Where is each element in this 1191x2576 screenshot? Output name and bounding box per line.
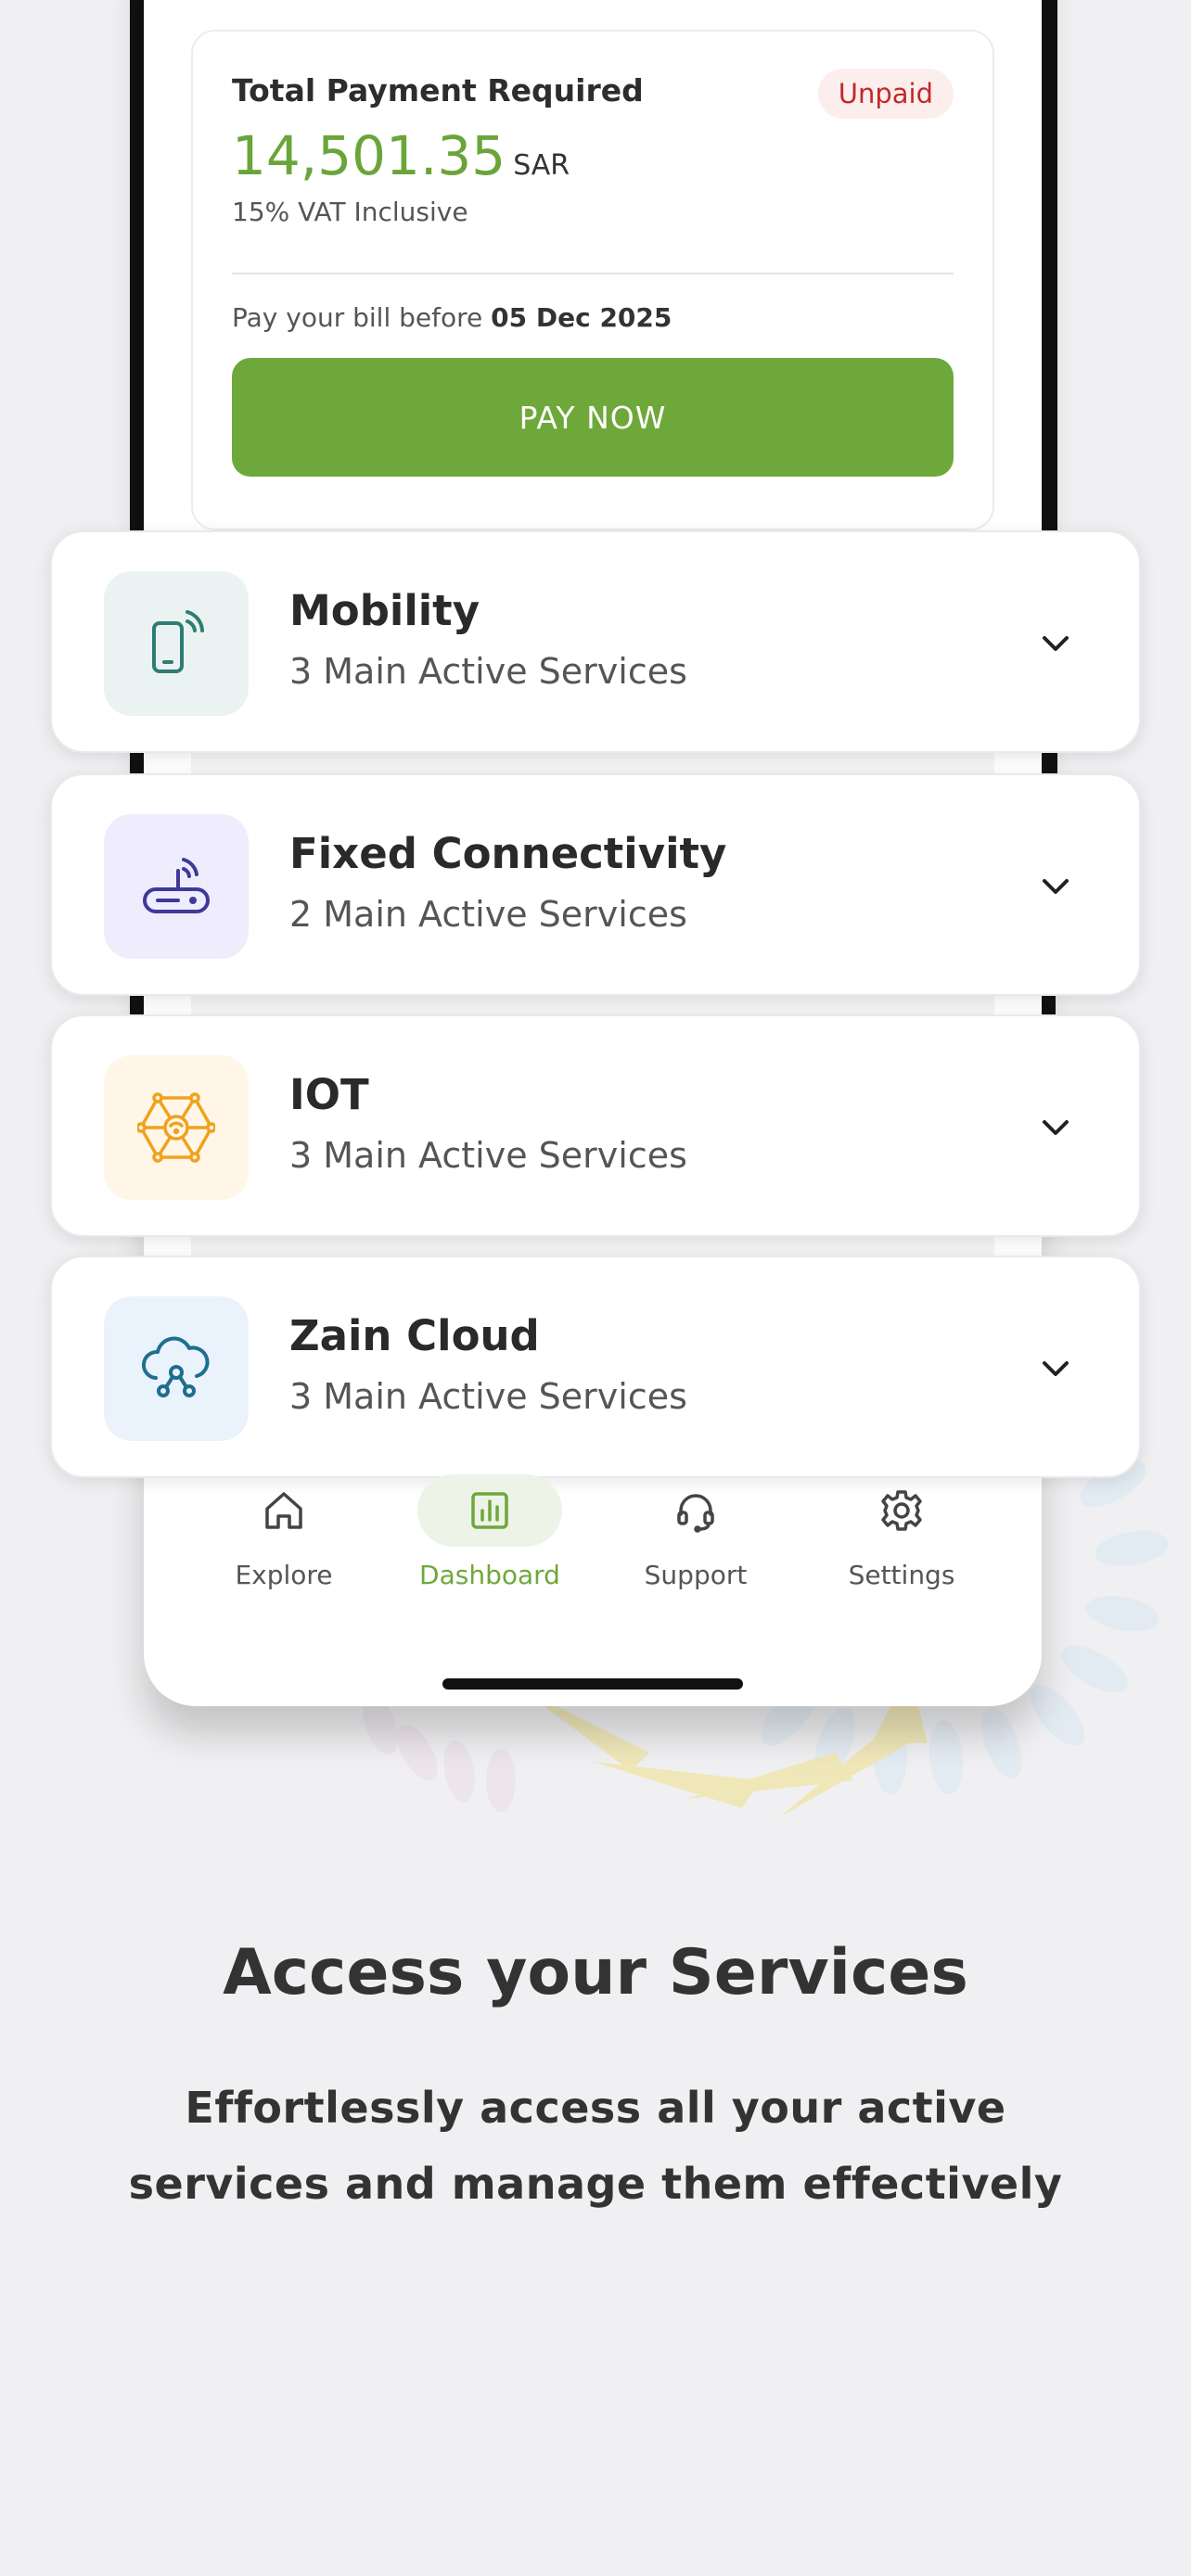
service-name: Mobility bbox=[289, 586, 480, 635]
chevron-down-icon[interactable] bbox=[1037, 625, 1074, 662]
divider bbox=[232, 273, 954, 274]
due-date-text: Pay your bill before 05 Dec 2025 bbox=[232, 302, 672, 333]
vat-note: 15% VAT Inclusive bbox=[232, 197, 468, 227]
due-prefix: Pay your bill before bbox=[232, 302, 483, 333]
amount-currency: SAR bbox=[513, 149, 570, 182]
service-subtitle: 3 Main Active Services bbox=[289, 1135, 687, 1176]
due-date: 05 Dec 2025 bbox=[491, 302, 672, 333]
home-indicator bbox=[442, 1678, 743, 1690]
headset-icon bbox=[623, 1474, 768, 1547]
router-icon bbox=[104, 814, 249, 959]
service-card-fixed-connectivity[interactable]: Fixed Connectivity 2 Main Active Service… bbox=[50, 773, 1141, 996]
service-subtitle: 3 Main Active Services bbox=[289, 651, 687, 692]
nav-label: Explore bbox=[235, 1560, 333, 1590]
service-card-zain-cloud[interactable]: Zain Cloud 3 Main Active Services bbox=[50, 1256, 1141, 1478]
gear-icon bbox=[829, 1474, 974, 1547]
payment-card: Total Payment Required Unpaid 14,501.35 … bbox=[191, 30, 994, 530]
nav-label: Support bbox=[644, 1560, 748, 1590]
mobile-signal-icon bbox=[104, 571, 249, 716]
amount-value: 14,501.35 bbox=[232, 124, 506, 187]
bottom-nav: Explore Dashboard Support Settings bbox=[144, 1474, 1042, 1613]
status-badge: Unpaid bbox=[817, 69, 954, 119]
nav-item-dashboard[interactable]: Dashboard bbox=[397, 1474, 583, 1590]
nav-item-support[interactable]: Support bbox=[603, 1474, 788, 1590]
chevron-down-icon[interactable] bbox=[1037, 1109, 1074, 1146]
payment-amount: 14,501.35 SAR bbox=[232, 124, 570, 187]
chevron-down-icon[interactable] bbox=[1037, 868, 1074, 905]
iot-network-icon bbox=[104, 1055, 249, 1200]
nav-label: Settings bbox=[848, 1560, 955, 1590]
bar-chart-icon bbox=[417, 1474, 562, 1547]
onboarding-headline: Access your Services bbox=[223, 1936, 968, 2009]
service-name: IOT bbox=[289, 1070, 369, 1119]
chevron-down-icon[interactable] bbox=[1037, 1350, 1074, 1387]
onboarding-description: Effortlessly access all your active serv… bbox=[128, 2083, 1063, 2209]
service-card-mobility[interactable]: Mobility 3 Main Active Services bbox=[50, 530, 1141, 753]
cloud-network-icon bbox=[104, 1296, 249, 1441]
nav-item-explore[interactable]: Explore bbox=[191, 1474, 377, 1590]
payment-title: Total Payment Required bbox=[232, 72, 644, 108]
service-card-iot[interactable]: IOT 3 Main Active Services bbox=[50, 1014, 1141, 1237]
service-subtitle: 2 Main Active Services bbox=[289, 894, 687, 935]
service-subtitle: 3 Main Active Services bbox=[289, 1376, 687, 1417]
nav-label: Dashboard bbox=[419, 1560, 560, 1590]
pay-now-button[interactable]: PAY NOW bbox=[232, 358, 954, 477]
home-icon bbox=[211, 1474, 356, 1547]
nav-item-settings[interactable]: Settings bbox=[809, 1474, 994, 1590]
service-name: Fixed Connectivity bbox=[289, 829, 727, 878]
service-name: Zain Cloud bbox=[289, 1311, 540, 1360]
